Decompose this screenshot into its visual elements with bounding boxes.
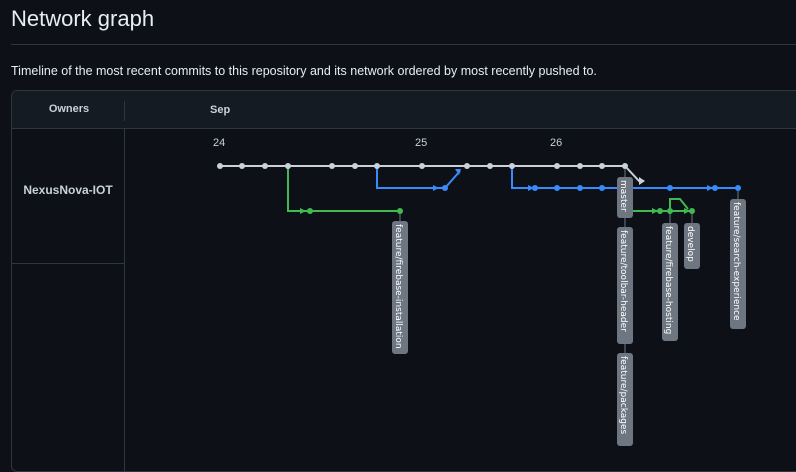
branch-tag-firebase-installation[interactable]: feature/firebase-installation	[392, 214, 408, 354]
branch-label: master	[618, 180, 628, 212]
title-divider	[11, 44, 796, 45]
branch-label: feature/firebase-hosting	[663, 226, 673, 334]
branch-tag-packages[interactable]: feature/packages	[617, 344, 633, 446]
branch-arrow	[300, 208, 306, 214]
branch-tag-firebase-hosting[interactable]: feature/firebase-hosting	[662, 214, 678, 341]
day-label: 25	[415, 137, 427, 149]
commit-graph[interactable]: 24 25 26 master feature/firebase-install…	[12, 91, 796, 463]
branch-tag-search-experience[interactable]: feature/search-experience	[730, 191, 746, 329]
branch-label: feature/toolbar-header	[618, 230, 628, 332]
page-title: Network graph	[11, 6, 155, 31]
branch-label: develop	[685, 226, 695, 262]
branch-label: feature/packages	[618, 356, 628, 435]
branch-arrow	[433, 185, 439, 191]
network-graph-panel: Owners Sep NexusNova-IOT 24 25 26 master…	[11, 90, 796, 472]
branch-label: feature/firebase-installation	[393, 224, 403, 349]
branch-tag-develop[interactable]: develop	[684, 214, 700, 269]
merge-arrow	[639, 177, 645, 185]
blue-branch-lines	[376, 166, 738, 189]
day-label: 26	[550, 137, 562, 149]
day-label: 24	[213, 137, 225, 149]
branch-label: feature/search-experience	[731, 202, 741, 321]
branch-tag-toolbar-header[interactable]: feature/toolbar-header	[617, 214, 633, 344]
branch-tag-master[interactable]: master	[617, 169, 633, 218]
page-description: Timeline of the most recent commits to t…	[11, 64, 597, 78]
